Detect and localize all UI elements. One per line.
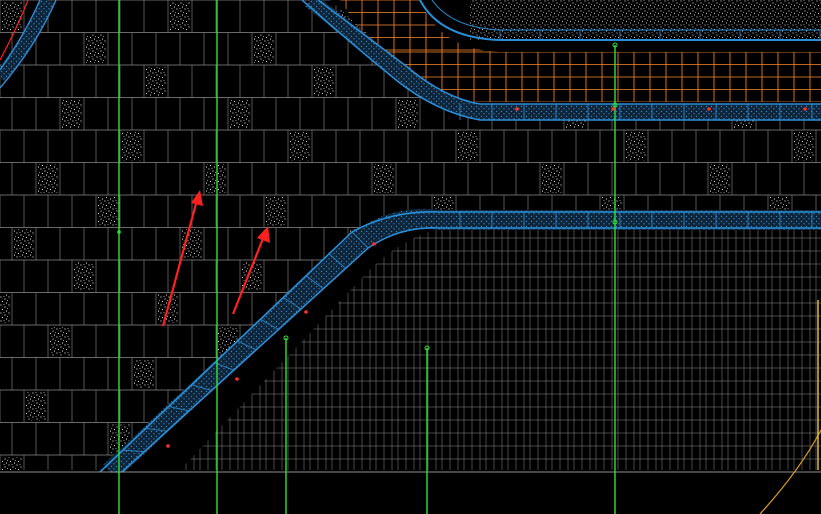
red-marker[interactable]: [803, 107, 807, 111]
arrow-annotation-icon: [231, 226, 270, 315]
red-marker[interactable]: [707, 107, 711, 111]
guide-node[interactable]: [117, 230, 121, 234]
empty-margin-bottom: [0, 473, 821, 514]
red-marker[interactable]: [166, 444, 170, 448]
red-marker[interactable]: [515, 107, 519, 111]
red-marker[interactable]: [304, 310, 308, 314]
red-marker[interactable]: [235, 377, 239, 381]
hatched-strip-top: [470, 0, 821, 40]
red-markers: [166, 107, 807, 448]
cad-drawing-canvas[interactable]: [0, 0, 821, 514]
red-marker[interactable]: [611, 107, 615, 111]
red-marker[interactable]: [372, 242, 376, 246]
cad-drawing-viewport[interactable]: [0, 0, 821, 514]
